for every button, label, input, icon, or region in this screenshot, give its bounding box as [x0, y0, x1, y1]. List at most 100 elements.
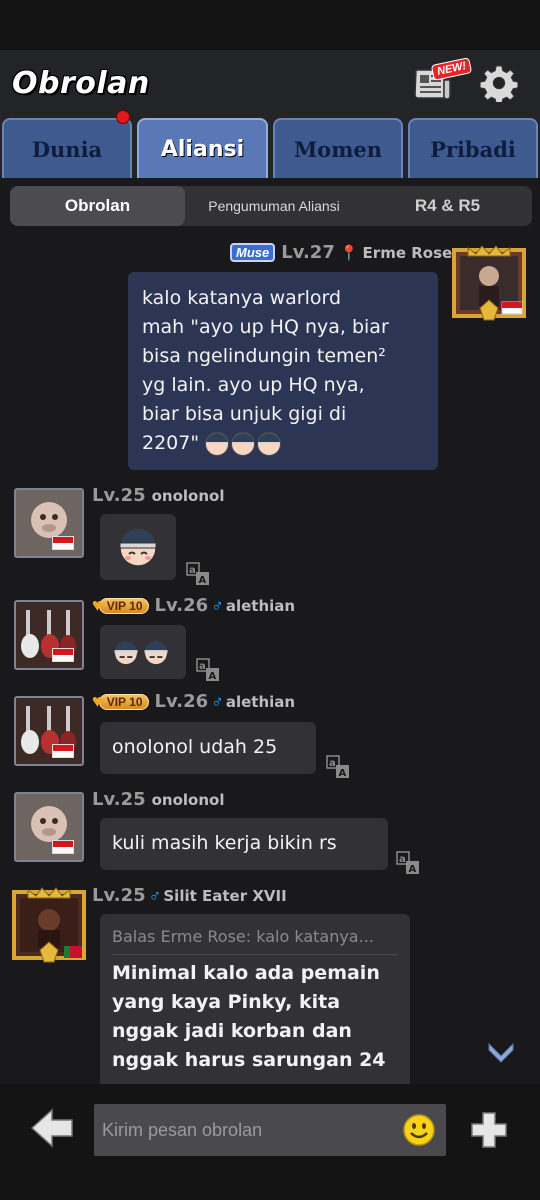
- helmet-emoji-icon: [143, 639, 169, 666]
- username: alethian: [225, 596, 296, 615]
- tab-momen[interactable]: Momen: [273, 118, 403, 178]
- helmet-emoji-icon: [231, 431, 256, 456]
- username: Erme Rose: [362, 243, 453, 262]
- plus-icon[interactable]: [470, 1111, 508, 1149]
- vip-heart-icon: ♥: [92, 691, 103, 711]
- message-header: ♥ VIP 10 Lv.26 ♂ alethian: [92, 691, 295, 712]
- message-text: kuli masih kerja bikin rs: [112, 832, 337, 854]
- vip-level: VIP 10: [98, 693, 149, 710]
- chat-list[interactable]: Muse Lv.27 📍 Erme Rose kalo katanya warl…: [0, 234, 540, 1084]
- translate-icon[interactable]: a A: [396, 851, 420, 875]
- subtabs-bar: Obrolan Pengumuman Aliansi R4 & R5: [0, 178, 540, 234]
- message-bubble[interactable]: kalo katanya warlord mah "ayo up HQ nya,…: [128, 272, 438, 470]
- message-line: nggak harus sarungan 24: [112, 1049, 386, 1071]
- message-bubble[interactable]: [100, 625, 186, 679]
- smiley-icon[interactable]: [402, 1113, 436, 1147]
- status-bar: [0, 0, 540, 50]
- flag-icon: [52, 648, 74, 662]
- gear-icon[interactable]: [480, 64, 518, 102]
- vip-heart-icon: ♥: [92, 595, 103, 615]
- subtab-obrolan[interactable]: Obrolan: [10, 186, 185, 226]
- translate-icon[interactable]: a A: [196, 658, 220, 682]
- notification-dot: [116, 110, 130, 124]
- helmet-emoji-icon: [205, 431, 230, 456]
- message-header: Lv.25 onolonol: [92, 485, 225, 506]
- message-line: bisa ngelindungin temen²: [142, 345, 386, 367]
- message-line: 2207": [142, 432, 200, 454]
- muse-badge: Muse: [230, 243, 276, 262]
- svg-text:A: A: [339, 768, 347, 779]
- message-header: Lv.25 onolonol: [92, 789, 225, 810]
- vip-badge: ♥ VIP 10: [92, 595, 149, 616]
- flag-icon: [52, 840, 74, 854]
- message-line: kalo katanya warlord: [142, 287, 342, 309]
- avatar[interactable]: [14, 488, 84, 558]
- message-last-line: 2207": [142, 429, 424, 458]
- message-text: onolonol udah 25: [112, 736, 278, 758]
- vip-badge: ♥ VIP 10: [92, 691, 149, 712]
- tab-dunia[interactable]: Dunia: [2, 118, 132, 178]
- message-line: Minimal kalo ada pemain: [112, 962, 380, 984]
- message-header: Muse Lv.27 📍 Erme Rose: [230, 242, 452, 263]
- male-icon: ♂: [211, 691, 224, 711]
- avatar[interactable]: [448, 240, 530, 324]
- tab-pribadi[interactable]: Pribadi: [408, 118, 538, 178]
- svg-text:a: a: [329, 758, 336, 769]
- chat-input[interactable]: Kirim pesan obrolan: [94, 1104, 446, 1156]
- svg-text:A: A: [409, 864, 417, 875]
- user-level: Lv.27: [281, 242, 335, 263]
- username: alethian: [225, 692, 296, 711]
- male-icon: ♂: [148, 885, 162, 905]
- tab-aliansi[interactable]: Aliansi: [137, 118, 268, 178]
- username: Silit Eater XVII: [163, 886, 287, 905]
- vip-level: VIP 10: [98, 597, 149, 614]
- avatar[interactable]: [14, 696, 84, 766]
- page-title: Obrolan: [12, 66, 150, 101]
- username: onolonol: [151, 486, 225, 505]
- message-line: yang kaya Pinky, kita: [112, 991, 341, 1013]
- message-bubble[interactable]: [100, 514, 176, 580]
- main-tabs: Dunia Aliansi Momen Pribadi: [0, 118, 540, 178]
- user-level: Lv.25: [92, 485, 146, 506]
- helmet-emoji-icon: [257, 431, 282, 456]
- message-line: biar bisa unjuk gigi di: [142, 403, 347, 425]
- svg-text:A: A: [209, 671, 217, 682]
- subtab-r4-r5[interactable]: R4 & R5: [363, 186, 532, 226]
- avatar[interactable]: [8, 882, 90, 966]
- chat-screen: Obrolan NEW! Dunia Aliansi Momen Pribadi…: [0, 0, 540, 1200]
- flag-icon: [52, 536, 74, 550]
- message-bubble[interactable]: onolonol udah 25: [100, 722, 316, 774]
- translate-icon[interactable]: a A: [326, 755, 350, 779]
- username: onolonol: [151, 790, 225, 809]
- chevron-down-icon[interactable]: [486, 1040, 516, 1064]
- message-header: Lv.25 ♂ Silit Eater XVII: [92, 885, 287, 906]
- svg-text:A: A: [199, 575, 207, 586]
- subtabs: Obrolan Pengumuman Aliansi R4 & R5: [10, 186, 532, 226]
- helmet-emoji-icon: [119, 527, 157, 567]
- user-level: Lv.26: [154, 691, 209, 712]
- translate-icon[interactable]: a A: [186, 562, 210, 586]
- gold-frame-avatar-icon: [12, 887, 86, 963]
- flag-icon: [52, 744, 74, 758]
- message-bubble[interactable]: kuli masih kerja bikin rs: [100, 818, 388, 870]
- avatar[interactable]: [14, 792, 84, 862]
- reply-divider: [112, 954, 398, 955]
- message-bubble[interactable]: Balas Erme Rose: kalo katanya... Minimal…: [100, 914, 410, 1084]
- svg-text:a: a: [199, 661, 206, 672]
- message-line: nggak jadi korban dan: [112, 1020, 352, 1042]
- user-level: Lv.26: [154, 595, 209, 616]
- message-header: ♥ VIP 10 Lv.26 ♂ alethian: [92, 595, 295, 616]
- message-line: yg lain. ayo up HQ nya,: [142, 374, 365, 396]
- svg-text:a: a: [399, 854, 406, 865]
- avatar[interactable]: [14, 600, 84, 670]
- reply-quote: Balas Erme Rose: kalo katanya...: [112, 927, 374, 946]
- user-level: Lv.25: [92, 789, 146, 810]
- subtab-pengumuman-aliansi[interactable]: Pengumuman Aliansi: [185, 186, 363, 226]
- back-arrow-icon[interactable]: [30, 1108, 74, 1148]
- user-level: Lv.25: [92, 885, 146, 906]
- gold-frame-avatar-icon: [452, 245, 526, 321]
- alliance-pin-icon: 📍: [339, 244, 359, 262]
- svg-text:a: a: [189, 565, 196, 576]
- male-icon: ♂: [211, 595, 224, 615]
- message-line: mah "ayo up HQ nya, biar: [142, 316, 389, 338]
